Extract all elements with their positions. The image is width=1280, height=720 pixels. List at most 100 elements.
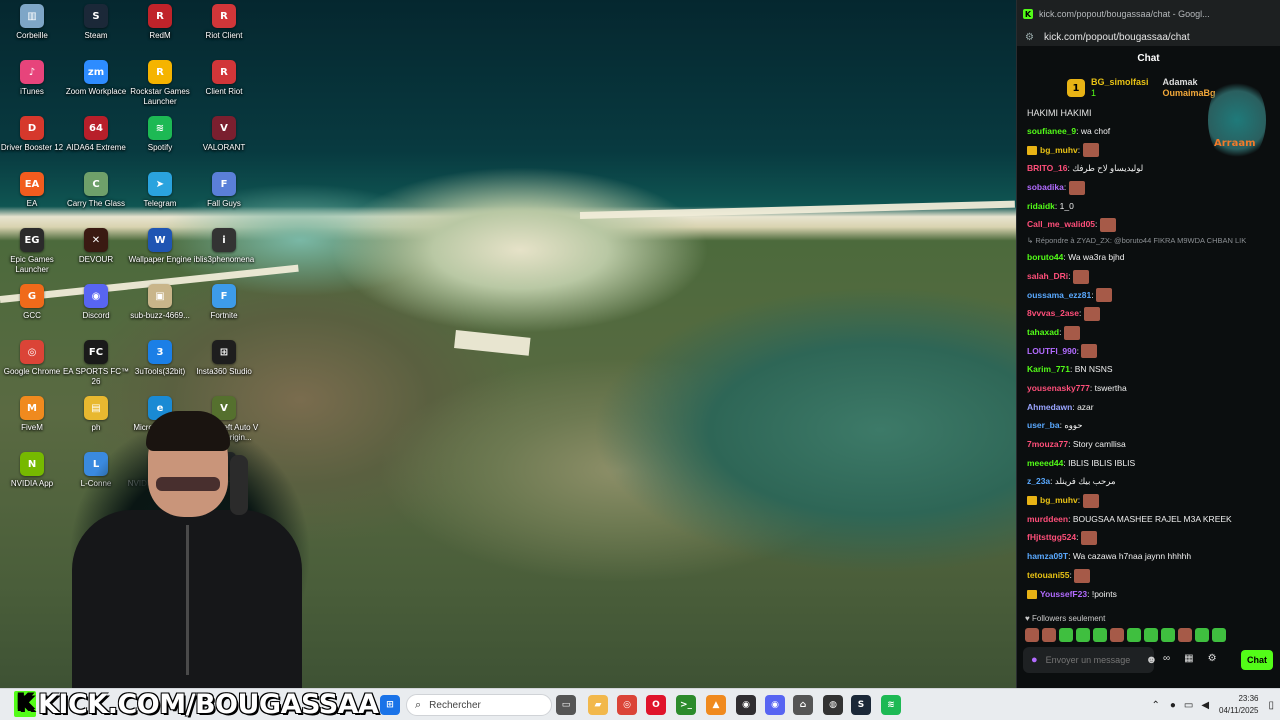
taskbar-search[interactable]: ⌕ Rechercher bbox=[406, 694, 552, 716]
chat-username[interactable]: 7mouza77 bbox=[1027, 439, 1068, 449]
desktop-icon[interactable]: R RedM bbox=[128, 4, 192, 41]
chat-username[interactable]: YoussefF23 bbox=[1040, 589, 1087, 599]
chat-message[interactable]: meeed44: IBLIS IBLIS IBLIS bbox=[1027, 454, 1270, 473]
chat-message[interactable]: Karim_771: BN NSNS bbox=[1027, 360, 1270, 379]
taskbar-obs-icon[interactable]: ◉ bbox=[736, 695, 756, 715]
desktop-icon[interactable]: G GCC bbox=[0, 284, 64, 321]
chat-username[interactable]: hamza09T bbox=[1027, 551, 1068, 561]
desktop-icon[interactable]: ➤ Telegram bbox=[128, 172, 192, 209]
desktop-icon[interactable]: EG Epic Games Launcher bbox=[0, 228, 64, 275]
desktop-icon[interactable]: ▥ Corbeille bbox=[0, 4, 64, 41]
chat-username[interactable]: fHjtsttgg524 bbox=[1027, 532, 1076, 542]
taskbar-task-view-icon[interactable]: ▭ bbox=[556, 695, 576, 715]
chat-username[interactable]: bg_muhv bbox=[1040, 145, 1078, 155]
chat-message[interactable]: ridaidk: 1_0 bbox=[1027, 197, 1270, 216]
chat-username[interactable]: tetouani55 bbox=[1027, 570, 1070, 580]
chat-username[interactable]: salah_DRi bbox=[1027, 271, 1068, 281]
chat-message[interactable]: yousenasky777: tswertha bbox=[1027, 379, 1270, 398]
quick-emote-row[interactable] bbox=[1025, 628, 1226, 642]
chat-users-icon[interactable]: ∞ bbox=[1163, 653, 1170, 664]
chat-message[interactable]: salah_DRi: bbox=[1027, 267, 1270, 286]
chat-send-button[interactable]: Chat bbox=[1241, 650, 1273, 670]
desktop-icon[interactable]: FC EA SPORTS FC™ 26 bbox=[63, 340, 129, 387]
desktop-icon[interactable]: R Client Riot bbox=[192, 60, 256, 97]
chat-username[interactable]: Karim_771 bbox=[1027, 364, 1070, 374]
desktop-icon[interactable]: F Fortnite bbox=[192, 284, 256, 321]
chat-message[interactable]: Call_me_walid05: bbox=[1027, 215, 1270, 234]
desktop-icon[interactable]: ≋ Spotify bbox=[128, 116, 192, 153]
chat-username[interactable]: meeed44 bbox=[1027, 458, 1063, 468]
desktop-icon[interactable]: W Wallpaper Engine bbox=[128, 228, 192, 265]
site-settings-icon[interactable]: ⚙ bbox=[1025, 32, 1034, 43]
chat-message[interactable]: tetouani55: bbox=[1027, 566, 1270, 585]
desktop-icon[interactable]: EA EA bbox=[0, 172, 64, 209]
chat-message[interactable]: YoussefF23: !points bbox=[1027, 585, 1270, 604]
chat-username[interactable]: 8vvvas_2ase bbox=[1027, 308, 1079, 318]
taskbar-tray-app-icon[interactable]: ⌂ bbox=[793, 695, 813, 715]
chat-username[interactable]: user_ba bbox=[1027, 420, 1060, 430]
chat-username[interactable]: soufianee_9 bbox=[1027, 126, 1076, 136]
gifter-1[interactable]: BG_simolfasi 1 bbox=[1091, 77, 1149, 99]
taskbar-opera-icon[interactable]: O bbox=[646, 695, 666, 715]
desktop-icon[interactable]: ▣ sub-buzz-4669... bbox=[128, 284, 192, 321]
chat-username[interactable]: ridaidk bbox=[1027, 201, 1055, 211]
chat-message[interactable]: sobadika: bbox=[1027, 178, 1270, 197]
taskbar-chrome-icon[interactable]: ◎ bbox=[617, 695, 637, 715]
notifications-icon[interactable]: ▯ bbox=[1268, 700, 1274, 711]
chat-username[interactable]: oussama_ezz81 bbox=[1027, 290, 1091, 300]
chat-window-addressbar[interactable]: ⚙ kick.com/popout/bougassaa/chat bbox=[1017, 28, 1280, 46]
microphone-tray-icon[interactable]: ● bbox=[1170, 700, 1176, 711]
chat-username[interactable]: z_23a bbox=[1027, 476, 1050, 486]
desktop-icon[interactable]: V VALORANT bbox=[192, 116, 256, 153]
chat-message[interactable]: tahaxad: bbox=[1027, 323, 1270, 342]
chat-message[interactable]: hamza09T: Wa cazawa h7naa jaynn hhhhh bbox=[1027, 547, 1270, 566]
desktop-icon[interactable]: ⊞ Insta360 Studio bbox=[192, 340, 256, 377]
chat-message[interactable]: z_23a: مرحب بيك فرينلد bbox=[1027, 472, 1270, 491]
desktop-icon[interactable]: ✕ DEVOUR bbox=[64, 228, 128, 265]
chat-message[interactable]: murddeen: BOUGSAA MASHEE RAJEL M3A KREEK bbox=[1027, 510, 1270, 529]
taskbar-spotify-icon[interactable]: ≋ bbox=[881, 695, 901, 715]
chat-message[interactable]: oussama_ezz81: bbox=[1027, 286, 1270, 305]
desktop-icon[interactable]: C Carry The Glass bbox=[64, 172, 128, 209]
taskbar-discord-icon[interactable]: ◉ bbox=[765, 695, 785, 715]
taskbar-clock[interactable]: 23:36 04/11/2025 bbox=[1219, 693, 1258, 717]
desktop-icon[interactable]: ♪ iTunes bbox=[0, 60, 64, 97]
chat-settings-icon[interactable]: ⚙ bbox=[1208, 653, 1217, 664]
desktop-icon[interactable]: zm Zoom Workplace bbox=[64, 60, 128, 97]
taskbar-file-explorer-icon[interactable]: ▰ bbox=[588, 695, 608, 715]
chat-message[interactable]: user_ba: حووه bbox=[1027, 416, 1270, 435]
desktop-icon[interactable]: R Rockstar Games Launcher bbox=[128, 60, 192, 107]
chat-message[interactable]: boruto44: Wa wa3ra bjhd bbox=[1027, 248, 1270, 267]
chat-username[interactable]: yousenasky777 bbox=[1027, 383, 1090, 393]
network-icon[interactable]: ▭ bbox=[1184, 700, 1193, 711]
chat-username[interactable]: bg_muhv bbox=[1040, 495, 1078, 505]
chat-message[interactable]: 7mouza77: Story camllisa bbox=[1027, 435, 1270, 454]
desktop-icon[interactable]: 64 AIDA64 Extreme bbox=[64, 116, 128, 153]
chat-username[interactable]: tahaxad bbox=[1027, 327, 1059, 337]
chat-message[interactable]: fHjtsttgg524: bbox=[1027, 528, 1270, 547]
chat-username[interactable]: LOUTFI_990 bbox=[1027, 346, 1077, 356]
chat-username[interactable]: Call_me_walid05 bbox=[1027, 219, 1095, 229]
taskbar-start-button-icon[interactable]: ⊞ bbox=[380, 695, 400, 715]
desktop-icon[interactable]: R Riot Client bbox=[192, 4, 256, 41]
chat-message[interactable]: bg_muhv: bbox=[1027, 491, 1270, 510]
chat-window-titlebar[interactable]: K kick.com/popout/bougassaa/chat - Googl… bbox=[1017, 0, 1280, 28]
chat-username[interactable]: BRITO_16 bbox=[1027, 163, 1067, 173]
chat-username[interactable]: murddeen bbox=[1027, 514, 1068, 524]
chat-username[interactable]: Ahmedawn bbox=[1027, 402, 1072, 412]
emoji-icon[interactable]: ☻ bbox=[1146, 654, 1158, 666]
chat-username[interactable]: boruto44 bbox=[1027, 252, 1063, 262]
desktop-icon[interactable]: F Fall Guys bbox=[192, 172, 256, 209]
chat-message[interactable]: Ahmedawn: azar bbox=[1027, 398, 1270, 417]
chat-message-input[interactable]: ● ☻ bbox=[1023, 647, 1157, 673]
chat-popout-window[interactable]: K kick.com/popout/bougassaa/chat - Googl… bbox=[1016, 0, 1280, 688]
microphone-icon[interactable]: ● bbox=[1031, 654, 1038, 666]
volume-icon[interactable]: ◀ bbox=[1201, 700, 1209, 711]
chat-message[interactable]: 8vvvas_2ase: bbox=[1027, 304, 1270, 323]
taskbar-browser-icon[interactable]: ◍ bbox=[823, 695, 843, 715]
chat-message[interactable]: LOUTFI_990: bbox=[1027, 342, 1270, 361]
taskbar-terminal-icon[interactable]: >_ bbox=[676, 695, 696, 715]
desktop-icon[interactable]: ◉ Discord bbox=[64, 284, 128, 321]
chat-username[interactable]: sobadika bbox=[1027, 182, 1064, 192]
taskbar-steam-icon[interactable]: S bbox=[851, 695, 871, 715]
